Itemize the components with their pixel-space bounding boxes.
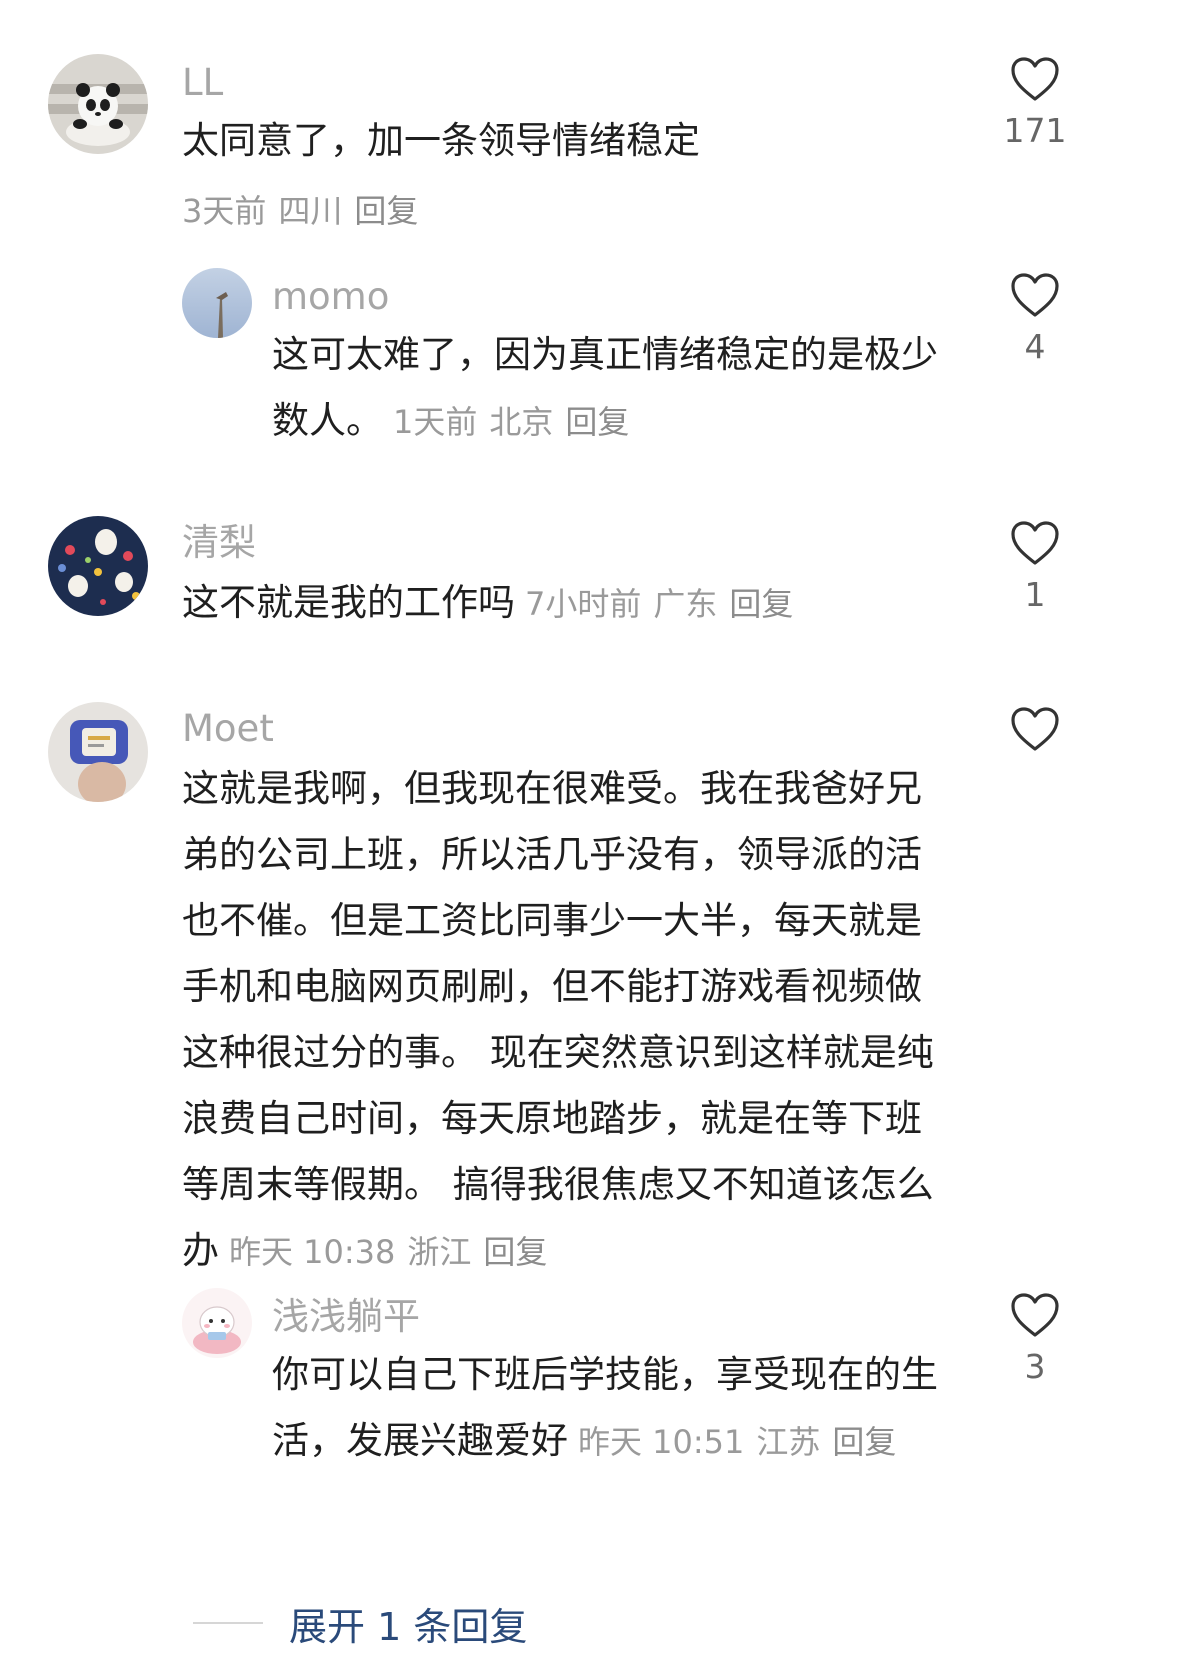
comment-location: 江苏: [756, 1423, 821, 1461]
like-button[interactable]: 3: [990, 1292, 1080, 1383]
like-button[interactable]: 1: [990, 520, 1080, 611]
heart-outline-icon: [1011, 273, 1059, 317]
comment-time: 昨天 10:51: [578, 1423, 745, 1461]
like-count: 1: [1024, 575, 1046, 614]
avatar[interactable]: [48, 54, 148, 154]
comment-meta: 7小时前 广东 回复: [525, 585, 793, 623]
reply-button[interactable]: 回复: [832, 1423, 896, 1461]
comment-time: 昨天 10:38: [229, 1233, 396, 1271]
comment-text-block: 这就是我啊，但我现在很难受。我在我爸好兄弟的公司上班，所以活几乎没有，领导派的活…: [182, 756, 952, 1285]
heart-outline-icon: [1011, 707, 1059, 751]
avatar[interactable]: [48, 516, 148, 616]
heart-outline-icon: [1011, 1293, 1059, 1337]
heart-outline-icon: [1011, 521, 1059, 565]
comment-time: 1天前: [393, 403, 478, 441]
comment-text-block: 这不就是我的工作吗 7小时前 广东 回复: [182, 570, 982, 637]
heart-outline-icon: [1011, 57, 1059, 101]
comment-meta: 1天前 北京 回复: [393, 403, 629, 441]
comment-meta: 昨天 10:51 江苏 回复: [578, 1423, 896, 1461]
avatar[interactable]: [182, 1288, 252, 1358]
avatar[interactable]: [48, 702, 148, 802]
comment-author[interactable]: Moet: [182, 710, 274, 747]
comment-location: 北京: [489, 403, 554, 441]
comment-location: 浙江: [407, 1233, 472, 1271]
comment-meta: 昨天 10:38 浙江 回复: [229, 1233, 547, 1271]
comment-text: 太同意了，加一条领导情绪稳定: [182, 119, 700, 162]
expand-replies-label: 展开 1 条回复: [289, 1604, 528, 1649]
like-count: 171: [1003, 111, 1067, 150]
comment-text: 这就是我啊，但我现在很难受。我在我爸好兄弟的公司上班，所以活几乎没有，领导派的活…: [182, 767, 934, 1272]
like-button[interactable]: 4: [990, 272, 1080, 363]
avatar[interactable]: [182, 268, 252, 338]
comment-list: LL 太同意了，加一条领导情绪稳定 3天前 四川 回复 171 momo 这可太…: [0, 0, 1179, 1669]
comment-text-block: 你可以自己下班后学技能，享受现在的生活，发展兴趣爱好 昨天 10:51 江苏 回复: [272, 1342, 962, 1475]
like-button[interactable]: [990, 706, 1080, 764]
cartoon-character-avatar-icon: [182, 1288, 252, 1358]
like-count: 4: [1024, 327, 1046, 366]
like-button[interactable]: 171: [990, 56, 1080, 147]
expand-replies-button[interactable]: 展开 1 条回复: [193, 1598, 528, 1649]
comment-text-block: 这可太难了，因为真正情绪稳定的是极少数人。 1天前 北京 回复: [272, 322, 962, 455]
divider: [193, 1622, 263, 1624]
reply-button[interactable]: 回复: [565, 403, 629, 441]
reply-button[interactable]: 回复: [729, 585, 793, 623]
comment-author[interactable]: LL: [182, 64, 223, 101]
giraffe-avatar-icon: [182, 268, 252, 338]
comment-author[interactable]: 清梨: [182, 524, 256, 561]
comment-meta: 3天前 四川 回复: [182, 186, 418, 232]
like-count: 3: [1024, 1347, 1046, 1386]
reply-button[interactable]: 回复: [483, 1233, 547, 1271]
hand-holding-item-avatar-icon: [48, 702, 148, 802]
comment-author[interactable]: 浅浅躺平: [272, 1298, 420, 1335]
comment-text: 这不就是我的工作吗: [182, 581, 515, 624]
panda-avatar-icon: [48, 54, 148, 154]
comment-location: 广东: [653, 585, 718, 623]
comment-time: 7小时前: [525, 585, 642, 623]
cat-pattern-avatar-icon: [48, 516, 148, 616]
comment-author[interactable]: momo: [272, 278, 389, 315]
comment-location: 四川: [278, 192, 343, 230]
comment-time: 3天前: [182, 192, 267, 230]
reply-button[interactable]: 回复: [354, 192, 418, 230]
